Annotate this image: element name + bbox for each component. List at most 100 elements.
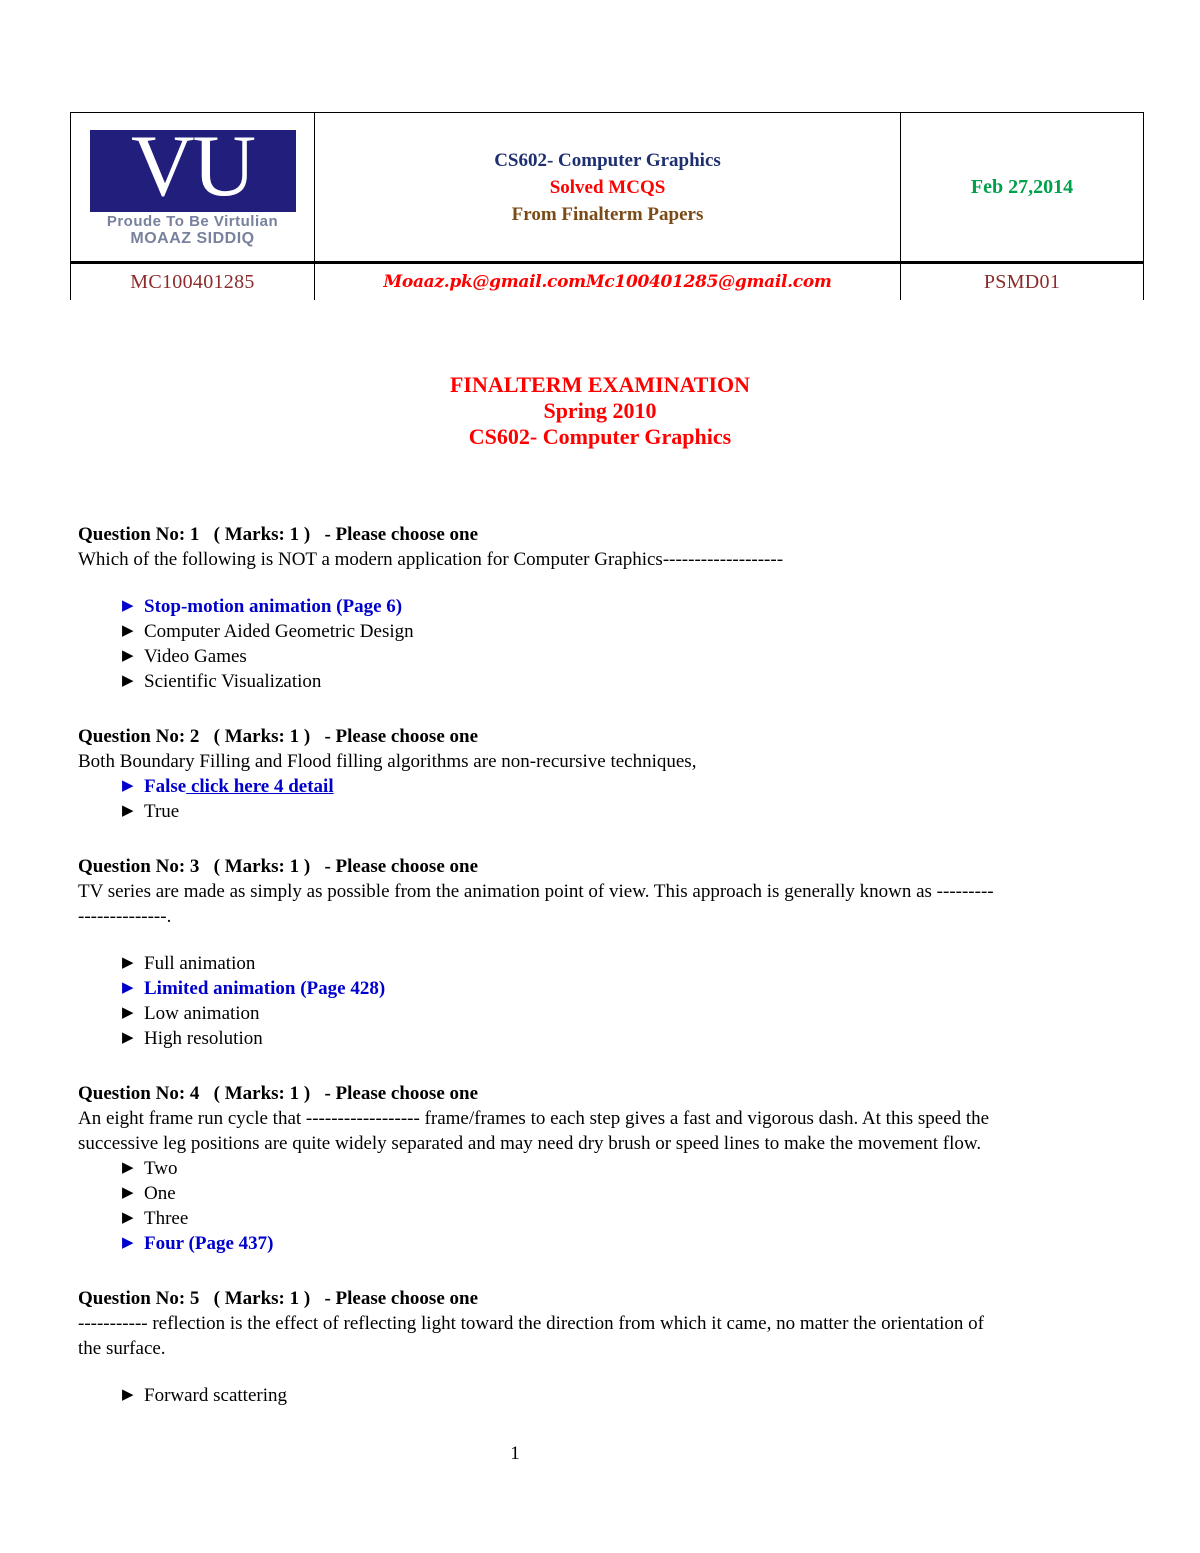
question-block: Question No: 2 ( Marks: 1 ) - Please cho… — [78, 724, 1142, 854]
option[interactable]: ▶ Low animation — [78, 1001, 1142, 1026]
student-id: MC100401285 — [130, 270, 255, 293]
bullet-triangle-icon: ▶ — [122, 1210, 134, 1226]
option[interactable]: ▶ Three — [78, 1206, 1142, 1231]
question-text: Which of the following is NOT a modern a… — [78, 549, 784, 570]
question-heading: Question No: 5 ( Marks: 1 ) - Please cho… — [78, 1288, 479, 1309]
option-label: False — [144, 776, 187, 797]
bullet-triangle-icon: ▶ — [122, 1185, 134, 1201]
bullet-triangle-icon: ▶ — [122, 1005, 134, 1021]
option[interactable]: ▶ True — [78, 799, 1142, 824]
bullet-triangle-icon: ▶ — [122, 1235, 134, 1251]
question-text-continued: successive leg positions are quite widel… — [78, 1133, 982, 1154]
question-gap — [78, 824, 1142, 854]
exam-title-line-3: CS602- Computer Graphics — [468, 424, 732, 449]
question-text: An eight frame run cycle that ----------… — [78, 1108, 990, 1129]
option-label: True — [144, 801, 180, 822]
header-date-cell: Feb 27,2014 — [900, 112, 1144, 264]
bullet-triangle-icon: ▶ — [122, 673, 134, 689]
question-heading: Question No: 3 ( Marks: 1 ) - Please cho… — [78, 856, 479, 877]
bullet-triangle-icon: ▶ — [122, 1387, 134, 1403]
bullet-triangle-icon: ▶ — [122, 803, 134, 819]
exam-title-block: FINALTERM EXAMINATION Spring 2010 CS602-… — [0, 372, 1200, 450]
bullet-triangle-icon: ▶ — [122, 1160, 134, 1176]
page-number: 1 — [510, 1443, 520, 1464]
option[interactable]: ▶ Full animation — [78, 951, 1142, 976]
question-heading: Question No: 4 ( Marks: 1 ) - Please cho… — [78, 1083, 479, 1104]
emails-cell: Moaaz.pk@gmail.comMc100401285@gmail.com — [314, 262, 901, 300]
option-label: Full animation — [144, 953, 256, 974]
question-text-continued: the surface. — [78, 1338, 166, 1359]
option[interactable]: ▶ One — [78, 1181, 1142, 1206]
option-correct[interactable]: ▶ Four (Page 437) — [78, 1231, 1142, 1256]
question-text: ----------- reflection is the effect of … — [78, 1313, 984, 1334]
option-list: ▶ Forward scattering — [78, 1383, 1142, 1408]
question-gap — [78, 1051, 1142, 1081]
header-info-table: VU Proude To Be Virtulian MOAAZ SIDDIQ C… — [70, 112, 1144, 300]
question-text-continued: --------------. — [78, 906, 172, 927]
option-label: Stop-motion animation (Page 6) — [144, 596, 403, 617]
option-label: Three — [144, 1208, 189, 1229]
email-secondary[interactable]: Mc100401285@gmail.com — [586, 272, 832, 292]
document-page: VU Proude To Be Virtulian MOAAZ SIDDIQ C… — [0, 0, 1200, 1553]
option-list: ▶ False click here 4 detail ▶ True — [78, 774, 1142, 824]
vu-logo: VU Proude To Be Virtulian MOAAZ SIDDIQ — [89, 126, 296, 248]
question-gap — [78, 694, 1142, 724]
option-list: ▶ Stop-motion animation (Page 6) ▶ Computer… — [78, 594, 1142, 694]
question-heading: Question No: 1 ( Marks: 1 ) - Please cho… — [78, 524, 479, 545]
option[interactable]: ▶ Video Games — [78, 644, 1142, 669]
option[interactable]: ▶ Two — [78, 1156, 1142, 1181]
option-label: Four (Page 437) — [144, 1233, 274, 1254]
option-label: Two — [144, 1158, 178, 1179]
questions-container: Question No: 1 ( Marks: 1 ) - Please cho… — [78, 522, 1142, 1408]
question-block: Question No: 3 ( Marks: 1 ) - Please cho… — [78, 854, 1142, 1081]
question-block: Question No: 1 ( Marks: 1 ) - Please cho… — [78, 522, 1142, 724]
vu-logo-letters: VU — [130, 130, 256, 212]
header-date: Feb 27,2014 — [970, 175, 1074, 198]
question-heading: Question No: 2 ( Marks: 1 ) - Please cho… — [78, 726, 479, 747]
option-label: Video Games — [144, 646, 247, 667]
option-label: High resolution — [144, 1028, 263, 1049]
option-correct[interactable]: ▶ False click here 4 detail — [78, 774, 1142, 799]
bullet-triangle-icon: ▶ — [122, 980, 134, 996]
option-list: ▶ Full animation ▶ Limited animation (Page … — [78, 951, 1142, 1051]
bullet-triangle-icon: ▶ — [122, 1030, 134, 1046]
header-course-title: CS602- Computer Graphics — [494, 149, 721, 171]
question-text: TV series are made as simply as possible… — [78, 881, 994, 902]
paper-code: PSMD01 — [983, 270, 1061, 293]
option[interactable]: ▶ Forward scattering — [78, 1383, 1142, 1408]
vu-logo-tagline-1: Proude To Be Virtulian — [106, 213, 279, 230]
code-cell: PSMD01 — [900, 262, 1144, 300]
option-list: ▶ Two ▶ One ▶ Three ▶ Four (Page 437) — [78, 1156, 1142, 1256]
option-correct[interactable]: ▶ Stop-motion animation (Page 6) — [78, 594, 1142, 619]
question-text: Both Boundary Filling and Flood filling … — [78, 751, 697, 772]
option-label: Computer Aided Geometric Design — [144, 621, 414, 642]
question-block: Question No: 5 ( Marks: 1 ) - Please cho… — [78, 1286, 1142, 1408]
vu-logo-box: VU — [89, 130, 296, 212]
bullet-triangle-icon: ▶ — [122, 648, 134, 664]
bullet-triangle-icon: ▶ — [122, 598, 134, 614]
option-label: Forward scattering — [144, 1385, 287, 1406]
exam-title-line-2: Spring 2010 — [543, 398, 657, 423]
header-title-cell: CS602- Computer Graphics Solved MCQS Fro… — [314, 112, 901, 264]
detail-link[interactable]: click here 4 detail — [186, 776, 334, 797]
header-source: From Finalterm Papers — [511, 203, 704, 225]
option[interactable]: ▶ Computer Aided Geometric Design — [78, 619, 1142, 644]
options-spacer — [78, 929, 1142, 951]
student-id-cell: MC100401285 — [70, 262, 315, 300]
bullet-triangle-icon: ▶ — [122, 955, 134, 971]
exam-title-line-1: FINALTERM EXAMINATION — [449, 372, 751, 397]
question-block: Question No: 4 ( Marks: 1 ) - Please cho… — [78, 1081, 1142, 1286]
option[interactable]: ▶ Scientific Visualization — [78, 669, 1142, 694]
email-primary[interactable]: Moaaz.pk@gmail.com — [383, 272, 586, 292]
option-label: Scientific Visualization — [144, 671, 322, 692]
header-solved-mcqs: Solved MCQS — [549, 176, 666, 198]
option[interactable]: ▶ High resolution — [78, 1026, 1142, 1051]
option-correct[interactable]: ▶ Limited animation (Page 428) — [78, 976, 1142, 1001]
logo-cell: VU Proude To Be Virtulian MOAAZ SIDDIQ — [70, 112, 315, 264]
vu-logo-tagline-2: MOAAZ SIDDIQ — [130, 230, 255, 247]
option-label: One — [144, 1183, 176, 1204]
question-gap — [78, 1256, 1142, 1286]
option-label: Low animation — [144, 1003, 260, 1024]
bullet-triangle-icon: ▶ — [122, 778, 134, 794]
options-spacer — [78, 1361, 1142, 1383]
